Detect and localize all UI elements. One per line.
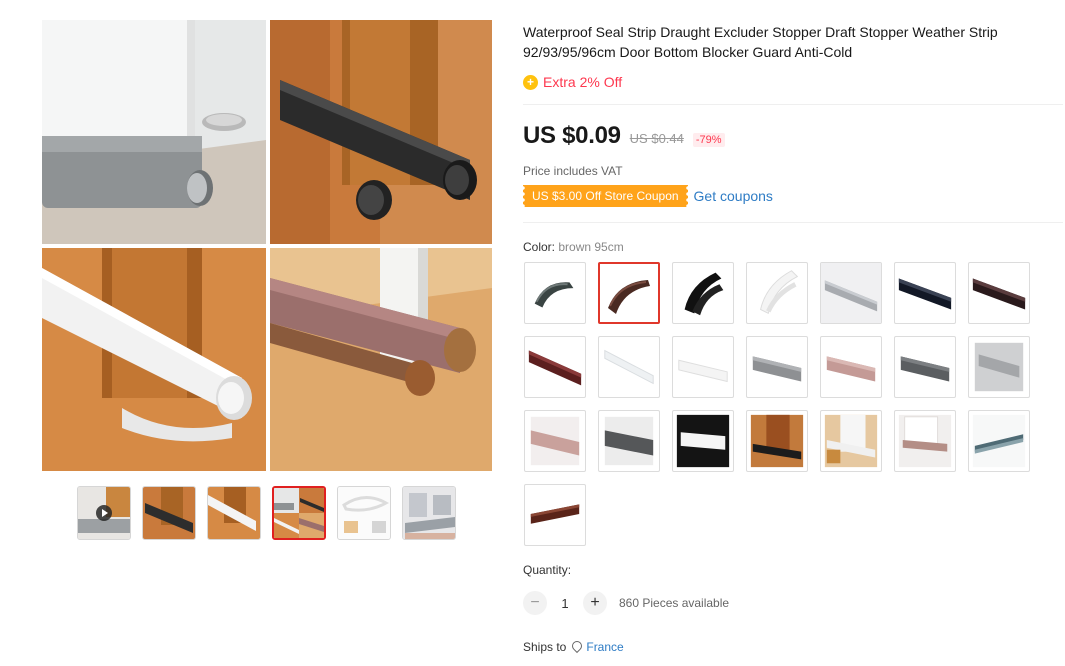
color-swatch[interactable]: [820, 262, 882, 324]
ship-destination-link[interactable]: France: [586, 640, 623, 654]
color-swatch[interactable]: [524, 410, 586, 472]
color-label-text: Color:: [523, 240, 556, 254]
current-price: US $0.09: [523, 122, 621, 149]
discount-badge: -79%: [692, 133, 725, 147]
color-swatch[interactable]: [894, 410, 956, 472]
product-title: Waterproof Seal Strip Draught Excluder S…: [523, 24, 998, 60]
color-swatch[interactable]: [820, 410, 882, 472]
quantity-label: Quantity:: [523, 563, 572, 577]
image-door-black-strip: [270, 20, 492, 244]
image-door-brown-strip: [270, 248, 492, 471]
color-swatch[interactable]: [968, 262, 1030, 324]
image-door-grey-strip: [42, 20, 266, 244]
color-swatch[interactable]: [524, 336, 586, 398]
extra-discount-promo: + Extra 2% Off: [523, 74, 622, 90]
color-swatch[interactable]: [746, 262, 808, 324]
color-swatch[interactable]: [672, 262, 734, 324]
vat-note: Price includes VAT: [523, 164, 623, 178]
color-swatch[interactable]: [968, 410, 1030, 472]
divider: [523, 222, 1063, 223]
color-swatch[interactable]: [746, 336, 808, 398]
get-coupons-link[interactable]: Get coupons: [694, 188, 773, 204]
thumbnail-video[interactable]: [77, 486, 131, 540]
color-swatch[interactable]: [820, 336, 882, 398]
play-icon: [96, 505, 112, 521]
color-swatch[interactable]: [672, 336, 734, 398]
decrease-quantity-button[interactable]: −: [523, 591, 547, 615]
color-label: Color: brown 95cm: [523, 240, 624, 254]
location-pin-icon: [571, 641, 581, 653]
ships-to-label: Ships to: [523, 640, 567, 654]
price-row: US $0.09 US $0.44 -79%: [523, 122, 725, 150]
color-swatch[interactable]: [524, 484, 586, 546]
thumbnail-strip: [77, 486, 456, 540]
main-product-image[interactable]: [42, 20, 492, 471]
thumbnail-black-strip[interactable]: [142, 486, 196, 540]
thumbnail-grey-strip[interactable]: [402, 486, 456, 540]
increase-quantity-button[interactable]: +: [583, 591, 607, 615]
color-swatch[interactable]: [894, 262, 956, 324]
pieces-available: 860 Pieces available: [619, 596, 730, 610]
color-swatch[interactable]: [524, 262, 586, 324]
thumbnail-white-loop[interactable]: [337, 486, 391, 540]
thumbnail-white-strip[interactable]: [207, 486, 261, 540]
selected-color-value: brown 95cm: [558, 240, 624, 254]
color-swatch[interactable]: [894, 336, 956, 398]
original-price: US $0.44: [629, 131, 684, 146]
quantity-stepper: − 1 + 860 Pieces available: [523, 591, 729, 615]
color-swatch[interactable]: [746, 410, 808, 472]
thumbnail-collage[interactable]: [272, 486, 326, 540]
quantity-value[interactable]: 1: [557, 596, 573, 611]
color-swatch[interactable]: [598, 336, 660, 398]
color-swatch[interactable]: [598, 410, 660, 472]
color-swatch[interactable]: [672, 410, 734, 472]
ships-to-row: Ships to France: [523, 640, 624, 654]
coupon-row: US $3.00 Off Store Coupon Get coupons: [523, 185, 773, 207]
image-door-white-strip: [42, 248, 266, 471]
color-swatch[interactable]: [968, 336, 1030, 398]
plus-circle-icon: +: [523, 74, 538, 90]
store-coupon-badge: US $3.00 Off Store Coupon: [523, 185, 688, 207]
color-swatches: [524, 262, 1044, 546]
promo-text: Extra 2% Off: [543, 74, 623, 90]
color-swatch-brown-95cm[interactable]: [598, 262, 660, 324]
divider: [523, 104, 1063, 105]
